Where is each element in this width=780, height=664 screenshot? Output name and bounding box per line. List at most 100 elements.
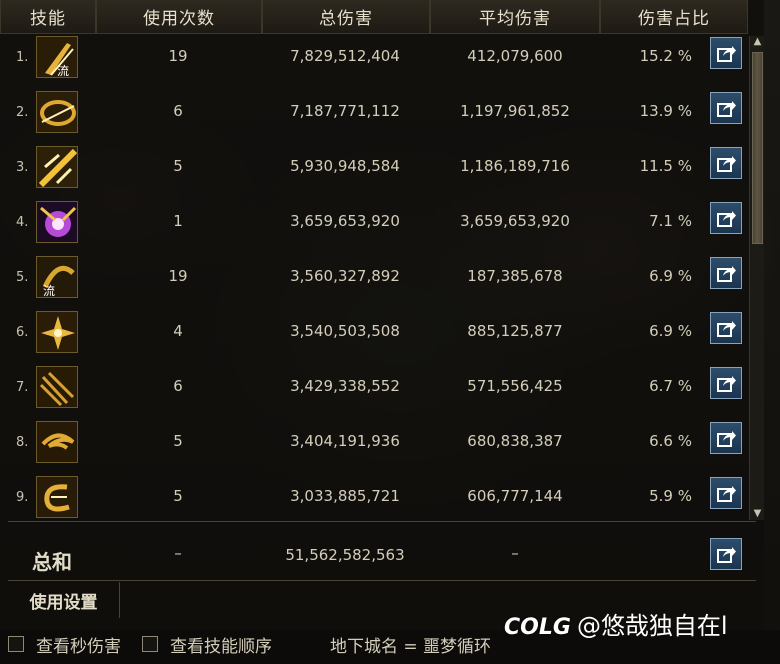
purple-explosion-icon xyxy=(36,201,78,243)
star-burst-icon xyxy=(36,311,78,353)
total-damage: 7,187,771,112 xyxy=(290,102,400,120)
svg-text:流: 流 xyxy=(43,284,55,298)
view-skill-order-checkbox[interactable] xyxy=(142,636,158,652)
total-damage: 3,540,503,508 xyxy=(290,322,400,340)
damage-share: 11.5 % xyxy=(639,157,692,175)
total-damage: 3,560,327,892 xyxy=(290,267,400,285)
average-damage: 606,777,144 xyxy=(467,487,563,505)
share-icon xyxy=(717,431,736,447)
dungeon-name: 地下城名 = 噩梦循环 xyxy=(330,637,492,657)
total-damage: 3,033,885,721 xyxy=(290,487,400,505)
rank-number: 1. xyxy=(16,50,29,65)
spiral-blade-icon xyxy=(36,91,78,133)
total-damage: 7,829,512,404 xyxy=(290,47,400,65)
total-damage: 3,659,653,920 xyxy=(290,212,400,230)
total-damage: 3,404,191,936 xyxy=(290,432,400,450)
uses-count: 19 xyxy=(168,267,188,285)
scroll-up-arrow-icon[interactable]: ▲ xyxy=(752,36,763,48)
share-icon xyxy=(717,101,736,117)
damage-share: 6.9 % xyxy=(649,322,692,340)
share-icon xyxy=(717,266,736,282)
divider xyxy=(8,521,756,522)
average-damage: 885,125,877 xyxy=(467,322,563,340)
damage-share: 7.1 % xyxy=(649,212,692,230)
share-button[interactable] xyxy=(710,422,742,454)
summary-uses: – xyxy=(174,544,182,562)
share-icon xyxy=(717,156,736,172)
rank-number: 2. xyxy=(16,105,29,120)
scroll-thumb[interactable] xyxy=(752,52,763,244)
rank-number: 4. xyxy=(16,215,29,230)
uses-count: 5 xyxy=(173,487,183,505)
rank-number: 7. xyxy=(16,380,29,395)
share-button[interactable] xyxy=(710,257,742,289)
sword-slash-icon: 流 xyxy=(36,36,78,78)
watermark: COLG @悠哉独自在l xyxy=(504,606,728,641)
average-damage: 412,079,600 xyxy=(467,47,563,65)
header-average-damage: 平均伤害 xyxy=(430,0,600,34)
average-damage: 3,659,653,920 xyxy=(460,212,570,230)
multi-slash-icon xyxy=(36,366,78,408)
damage-stats-panel: 技能 使用次数 总伤害 平均伤害 伤害占比 1. 流 19 7,829,512,… xyxy=(0,0,764,630)
crescent-wave-icon xyxy=(36,476,78,518)
share-button[interactable] xyxy=(710,92,742,124)
svg-text:流: 流 xyxy=(57,64,69,78)
share-button[interactable] xyxy=(710,312,742,344)
summary-share-button[interactable] xyxy=(710,538,742,570)
table-header: 技能 使用次数 总伤害 平均伤害 伤害占比 xyxy=(0,0,748,34)
share-button[interactable] xyxy=(710,367,742,399)
total-damage: 5,930,948,584 xyxy=(290,157,400,175)
uses-count: 6 xyxy=(173,102,183,120)
rank-number: 9. xyxy=(16,490,29,505)
share-icon xyxy=(717,321,736,337)
average-damage: 571,556,425 xyxy=(467,377,563,395)
view-second-damage-checkbox[interactable] xyxy=(8,636,24,652)
rank-number: 3. xyxy=(16,160,29,175)
view-skill-order-label: 查看技能顺序 xyxy=(170,637,272,657)
table-row: 9. 5 3,033,885,721 606,777,144 5.9 % xyxy=(0,474,748,524)
header-total-damage: 总伤害 xyxy=(262,0,430,34)
share-icon xyxy=(717,486,736,502)
header-uses: 使用次数 xyxy=(96,0,262,34)
divider xyxy=(8,580,756,581)
share-button[interactable] xyxy=(710,477,742,509)
share-button[interactable] xyxy=(710,202,742,234)
rank-number: 6. xyxy=(16,325,29,340)
uses-count: 1 xyxy=(173,212,183,230)
summary-average-damage: – xyxy=(511,544,519,562)
wind-swirl-icon xyxy=(36,421,78,463)
uses-count: 5 xyxy=(173,157,183,175)
burst-strike-icon xyxy=(36,146,78,188)
share-button[interactable] xyxy=(710,37,742,69)
scrollbar[interactable]: ▲ ▼ xyxy=(749,36,764,520)
usage-settings-button[interactable]: 使用设置 xyxy=(8,582,120,618)
average-damage: 187,385,678 xyxy=(467,267,563,285)
table-row: 8. 5 3,404,191,936 680,838,387 6.6 % xyxy=(0,419,748,469)
uses-count: 19 xyxy=(168,47,188,65)
average-damage: 680,838,387 xyxy=(467,432,563,450)
damage-share: 15.2 % xyxy=(639,47,692,65)
average-damage: 1,186,189,716 xyxy=(460,157,570,175)
header-damage-share: 伤害占比 xyxy=(600,0,748,34)
uses-count: 6 xyxy=(173,377,183,395)
damage-share: 6.7 % xyxy=(649,377,692,395)
table-row: 5. 流 19 3,560,327,892 187,385,678 6.9 % xyxy=(0,254,748,304)
table-row: 6. 4 3,540,503,508 885,125,877 6.9 % xyxy=(0,309,748,359)
average-damage: 1,197,961,852 xyxy=(460,102,570,120)
share-button[interactable] xyxy=(710,147,742,179)
damage-share: 6.9 % xyxy=(649,267,692,285)
watermark-text: @悠哉独自在l xyxy=(576,612,728,640)
header-skill: 技能 xyxy=(0,0,96,34)
scroll-down-arrow-icon[interactable]: ▼ xyxy=(752,508,763,520)
damage-share: 6.6 % xyxy=(649,432,692,450)
share-icon xyxy=(717,376,736,392)
summary-total-damage: 51,562,582,563 xyxy=(285,546,405,564)
uses-count: 5 xyxy=(173,432,183,450)
share-icon xyxy=(717,547,736,563)
damage-share: 13.9 % xyxy=(639,102,692,120)
damage-share: 5.9 % xyxy=(649,487,692,505)
table-row: 3. 5 5,930,948,584 1,186,189,716 11.5 % xyxy=(0,144,748,194)
uses-count: 4 xyxy=(173,322,183,340)
total-damage: 3,429,338,552 xyxy=(290,377,400,395)
table-row: 2. 6 7,187,771,112 1,197,961,852 13.9 % xyxy=(0,89,748,139)
